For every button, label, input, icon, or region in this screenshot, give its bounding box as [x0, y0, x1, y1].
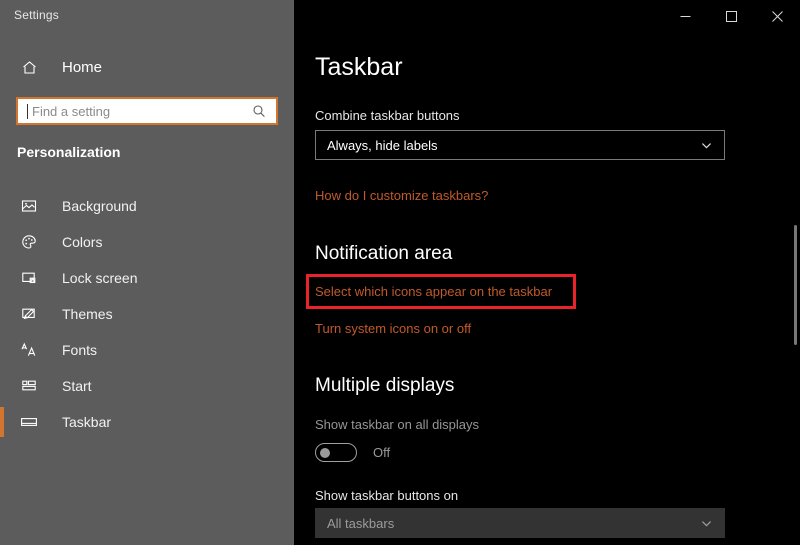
maximize-button[interactable]: [708, 0, 754, 32]
show-taskbar-all-displays-toggle[interactable]: [315, 443, 357, 462]
main-content: Taskbar Combine taskbar buttons Always, …: [294, 32, 800, 545]
combine-taskbar-buttons-dropdown[interactable]: Always, hide labels: [315, 130, 725, 160]
sidebar-item-background[interactable]: Background: [0, 188, 294, 224]
search-placeholder: Find a setting: [32, 103, 111, 119]
search-icon[interactable]: [252, 104, 266, 118]
selection-accent-bar: [0, 371, 4, 401]
sidebar-nav: Background Colors Lock screen Themes Fon…: [0, 188, 294, 440]
selection-accent-bar: [0, 263, 4, 293]
sidebar-item-lock-screen[interactable]: Lock screen: [0, 260, 294, 296]
combine-taskbar-buttons-value: Always, hide labels: [327, 137, 438, 153]
sidebar-item-themes[interactable]: Themes: [0, 296, 294, 332]
chevron-down-icon: [700, 139, 713, 152]
selection-accent-bar: [0, 299, 4, 329]
selection-accent-bar: [0, 191, 4, 221]
window-controls: [662, 0, 800, 32]
palette-icon: [18, 234, 40, 250]
start-tiles-icon: [18, 378, 40, 394]
show-taskbar-all-displays-toggle-row[interactable]: Off: [315, 443, 390, 462]
multiple-displays-heading: Multiple displays: [315, 375, 455, 396]
search-input[interactable]: Find a setting: [16, 97, 278, 125]
sidebar-item-themes-label: Themes: [62, 306, 113, 322]
sidebar-item-home-label: Home: [62, 58, 103, 76]
selection-accent-bar: [0, 407, 4, 437]
sidebar-item-home[interactable]: Home: [0, 50, 294, 84]
sidebar-item-background-label: Background: [62, 198, 137, 214]
text-caret: [27, 103, 28, 119]
title-bar: Settings: [0, 0, 800, 32]
sidebar-item-start[interactable]: Start: [0, 368, 294, 404]
home-icon: [18, 59, 40, 76]
combine-taskbar-buttons-label: Combine taskbar buttons: [315, 108, 460, 123]
picture-icon: [18, 198, 40, 214]
lock-screen-icon: [18, 270, 40, 286]
select-icons-on-taskbar-link[interactable]: Select which icons appear on the taskbar: [315, 284, 552, 299]
themes-brush-icon: [18, 306, 40, 322]
customize-taskbars-link[interactable]: How do I customize taskbars?: [315, 188, 488, 203]
show-taskbar-buttons-on-label: Show taskbar buttons on: [315, 488, 459, 503]
sidebar: Home Find a setting Personalization Back…: [0, 0, 294, 545]
sidebar-item-fonts[interactable]: Fonts: [0, 332, 294, 368]
sidebar-item-colors-label: Colors: [62, 234, 103, 250]
toggle-state-label: Off: [373, 445, 391, 460]
show-taskbar-all-displays-label: Show taskbar on all displays: [315, 417, 480, 432]
taskbar-icon: [18, 414, 40, 430]
settings-window: Home Find a setting Personalization Back…: [0, 0, 800, 545]
sidebar-item-lock-screen-label: Lock screen: [62, 270, 138, 286]
selection-accent-bar: [0, 335, 4, 365]
sidebar-item-colors[interactable]: Colors: [0, 224, 294, 260]
sidebar-item-fonts-label: Fonts: [62, 342, 98, 358]
notification-area-heading: Notification area: [315, 243, 453, 264]
close-button[interactable]: [754, 0, 800, 32]
content-scrollbar[interactable]: [794, 225, 797, 345]
sidebar-item-start-label: Start: [62, 378, 92, 394]
toggle-knob: [320, 447, 330, 458]
selection-accent-bar: [0, 227, 4, 257]
fonts-aa-icon: [18, 342, 40, 358]
chevron-down-icon: [700, 517, 713, 530]
show-taskbar-buttons-on-value: All taskbars: [327, 515, 395, 531]
minimize-button[interactable]: [662, 0, 708, 32]
page-title: Taskbar: [315, 53, 403, 81]
sidebar-section-title: Personalization: [17, 144, 121, 160]
show-taskbar-buttons-on-dropdown[interactable]: All taskbars: [315, 508, 725, 538]
turn-system-icons-link[interactable]: Turn system icons on or off: [315, 321, 471, 336]
sidebar-item-taskbar[interactable]: Taskbar: [0, 404, 294, 440]
sidebar-item-taskbar-label: Taskbar: [62, 414, 112, 430]
app-title: Settings: [14, 8, 59, 22]
